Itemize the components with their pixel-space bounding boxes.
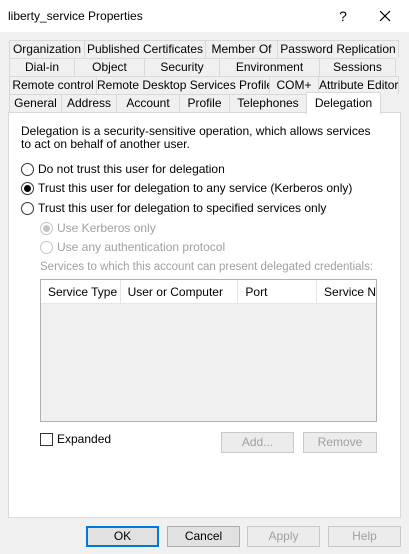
help-icon[interactable]: ? [333,6,353,26]
tab-account[interactable]: Account [116,94,180,112]
services-label: Services to which this account can prese… [40,261,374,273]
help-button[interactable]: Help [328,526,401,547]
tab-published-certificates[interactable]: Published Certificates [84,40,206,58]
column-user-or-computer[interactable]: User or Computer [121,280,239,304]
option-kerberos-only-label: Use Kerberos only [57,221,156,235]
window-title: liberty_service Properties [8,9,143,23]
radio-any-service[interactable] [21,181,34,195]
tab-sessions[interactable]: Sessions [319,58,396,76]
tab-profile[interactable]: Profile [179,94,230,112]
option-specified-services-label: Trust this user for delegation to specif… [38,201,327,215]
radio-no-delegation[interactable] [21,162,34,176]
tab-telephones[interactable]: Telephones [229,94,307,112]
option-kerberos-only[interactable]: Use Kerberos only [40,221,156,235]
tab-remote-desktop-services-profile[interactable]: Remote Desktop Services Profile [96,76,273,94]
radio-specified-services[interactable] [21,201,34,215]
tab-environment[interactable]: Environment [219,58,320,76]
tab-remote-control[interactable]: Remote control [9,76,97,94]
column-service-type[interactable]: Service Type [41,280,121,304]
expanded-checkbox[interactable] [40,432,53,446]
apply-button[interactable]: Apply [247,526,320,547]
tab-organization[interactable]: Organization [9,40,85,58]
tab-password-replication[interactable]: Password Replication [277,40,399,58]
tab-row-1: Organization Published Certificates Memb… [9,40,399,58]
close-icon[interactable] [374,6,396,26]
tab-dial-in[interactable]: Dial-in [9,58,75,76]
tab-delegation[interactable]: Delegation [306,92,381,114]
expanded-option[interactable]: Expanded [40,432,111,446]
tab-row-2: Dial-in Object Security Environment Sess… [9,58,396,76]
title-bar: liberty_service Properties ? [0,0,409,32]
cancel-button[interactable]: Cancel [167,526,240,547]
tab-general[interactable]: General [9,94,62,112]
delegation-description: Delegation is a security-sensitive opera… [21,124,371,151]
tab-address[interactable]: Address [61,94,117,112]
ok-button[interactable]: OK [86,526,159,547]
expanded-label: Expanded [57,432,112,446]
option-any-auth-protocol-label: Use any authentication protocol [57,240,226,254]
radio-any-auth-protocol[interactable] [40,240,53,254]
tab-object[interactable]: Object [74,58,145,76]
add-button[interactable]: Add... [221,432,294,453]
option-no-delegation-label: Do not trust this user for delegation [38,162,225,176]
column-port[interactable]: Port [238,280,318,304]
tab-security[interactable]: Security [144,58,220,76]
services-list-header: Service Type User or Computer Port Servi… [41,280,376,304]
option-any-auth-protocol[interactable]: Use any authentication protocol [40,240,225,254]
option-specified-services[interactable]: Trust this user for delegation to specif… [21,201,326,215]
radio-kerberos-only[interactable] [40,221,53,235]
services-list[interactable]: Service Type User or Computer Port Servi… [40,279,377,422]
remove-button[interactable]: Remove [303,432,377,453]
tab-row-4: General Address Account Profile Telephon… [9,92,381,114]
option-any-service-label: Trust this user for delegation to any se… [38,181,353,195]
tab-member-of[interactable]: Member Of [205,40,278,58]
option-any-service[interactable]: Trust this user for delegation to any se… [21,181,352,195]
column-service-name[interactable]: Service Na [317,280,376,304]
option-no-delegation[interactable]: Do not trust this user for delegation [21,162,225,176]
